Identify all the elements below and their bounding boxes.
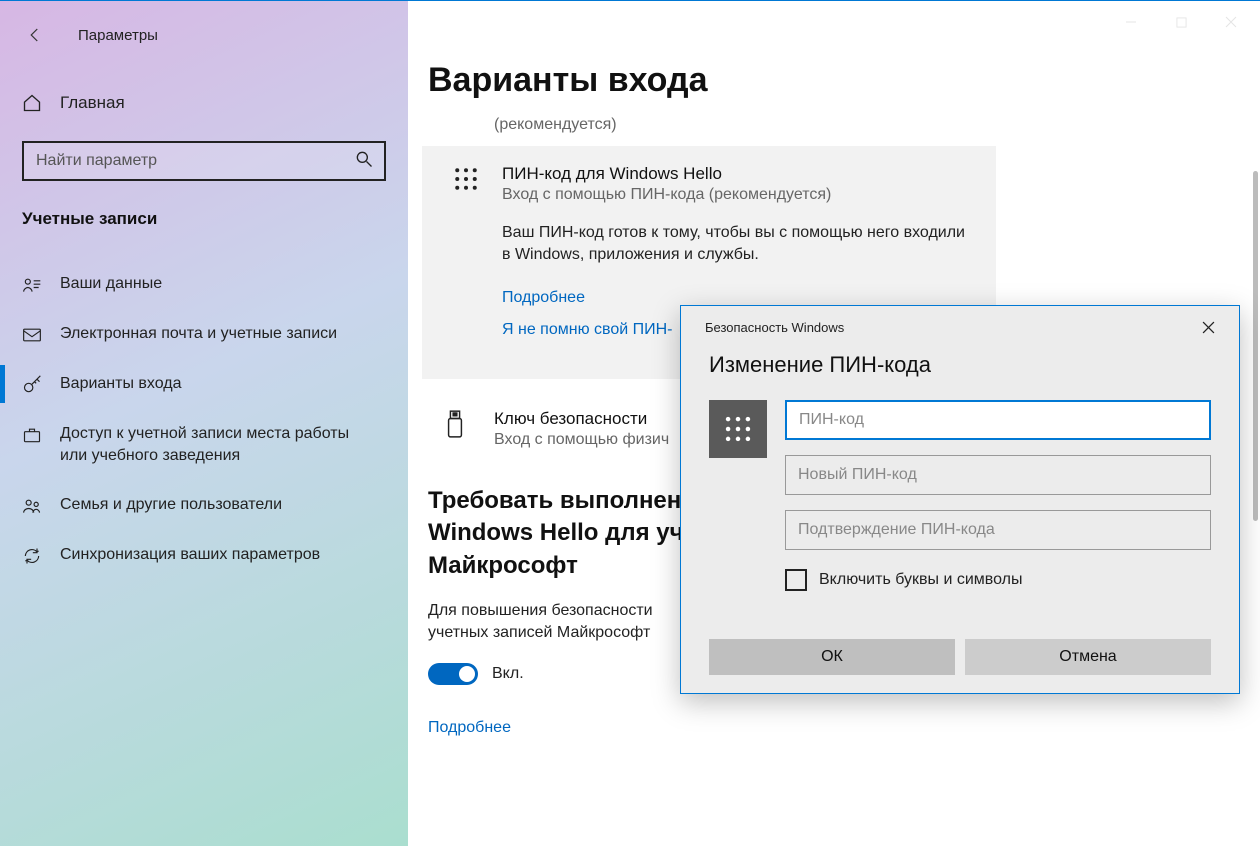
keypad-icon xyxy=(442,164,490,353)
sidebar-item-label: Синхронизация ваших параметров xyxy=(60,544,340,566)
dialog-heading: Изменение ПИН-кода xyxy=(709,352,1211,378)
dialog-fields xyxy=(785,400,1211,565)
usb-key-icon xyxy=(444,409,480,439)
home-label: Главная xyxy=(60,93,125,113)
window-title: Параметры xyxy=(78,27,158,44)
sidebar-item-email-accounts[interactable]: Электронная почта и учетные записи xyxy=(0,309,408,359)
sidebar-item-family[interactable]: Семья и другие пользователи xyxy=(0,480,408,530)
toggle-label: Вкл. xyxy=(492,665,524,683)
dialog-body: Изменение ПИН-кода Включить буквы и симв… xyxy=(681,348,1239,615)
sync-icon xyxy=(22,544,50,566)
security-key-texts: Ключ безопасности Вход с помощью физич xyxy=(480,409,669,449)
window-controls xyxy=(1108,7,1254,37)
sidebar-item-label: Доступ к учетной записи места работы или… xyxy=(60,423,386,466)
dialog-title: Безопасность Windows xyxy=(705,320,844,335)
briefcase-icon xyxy=(22,423,50,445)
sidebar-item-label: Варианты входа xyxy=(60,373,202,395)
sidebar: Параметры Главная Учетные записи Ваши да… xyxy=(0,1,408,846)
back-button[interactable] xyxy=(22,22,48,48)
search-icon xyxy=(354,149,374,174)
sidebar-item-label: Электронная почта и учетные записи xyxy=(60,323,357,345)
user-info-icon xyxy=(22,273,50,295)
sidebar-top: Параметры xyxy=(0,15,408,55)
hello-more-link[interactable]: Подробнее xyxy=(428,719,511,737)
checkbox-label: Включить буквы и символы xyxy=(819,571,1023,589)
current-pin-input[interactable] xyxy=(785,400,1211,440)
letters-symbols-checkbox[interactable] xyxy=(785,569,807,591)
sidebar-item-your-info[interactable]: Ваши данные xyxy=(0,259,408,309)
ok-button[interactable]: ОК xyxy=(709,639,955,675)
pin-card-description: Ваш ПИН-код готов к тому, чтобы вы с пом… xyxy=(502,222,976,267)
dialog-content xyxy=(709,400,1211,565)
close-button[interactable] xyxy=(1208,7,1254,37)
security-key-title: Ключ безопасности xyxy=(494,409,669,429)
dialog-titlebar: Безопасность Windows xyxy=(681,306,1239,348)
people-icon xyxy=(22,494,50,516)
dialog-buttons: ОК Отмена xyxy=(681,639,1239,693)
pin-card-subtitle: Вход с помощью ПИН-кода (рекомендуется) xyxy=(502,186,976,204)
confirm-pin-input[interactable] xyxy=(785,510,1211,550)
scrollbar[interactable] xyxy=(1253,171,1258,521)
change-pin-dialog: Безопасность Windows Изменение ПИН-кода … xyxy=(680,305,1240,694)
sidebar-section-header: Учетные записи xyxy=(0,181,408,235)
settings-window: Параметры Главная Учетные записи Ваши да… xyxy=(0,0,1260,846)
recommended-label: (рекомендуется) xyxy=(494,116,1210,134)
sidebar-item-label: Ваши данные xyxy=(60,273,182,295)
search-input[interactable] xyxy=(22,141,386,181)
sidebar-item-label: Семья и другие пользователи xyxy=(60,494,302,516)
search-wrap xyxy=(22,141,386,181)
sidebar-nav: Ваши данные Электронная почта и учетные … xyxy=(0,259,408,580)
home-icon xyxy=(22,93,50,113)
mail-icon xyxy=(22,323,50,345)
minimize-button[interactable] xyxy=(1108,7,1154,37)
new-pin-input[interactable] xyxy=(785,455,1211,495)
pin-card-title: ПИН-код для Windows Hello xyxy=(502,164,976,184)
sidebar-item-work-access[interactable]: Доступ к учетной записи места работы или… xyxy=(0,409,408,480)
dialog-close-button[interactable] xyxy=(1185,311,1231,343)
maximize-button[interactable] xyxy=(1158,7,1204,37)
cancel-button[interactable]: Отмена xyxy=(965,639,1211,675)
checkbox-row: Включить буквы и символы xyxy=(785,569,1211,591)
key-icon xyxy=(22,373,50,395)
hello-toggle[interactable] xyxy=(428,663,478,685)
sidebar-home[interactable]: Главная xyxy=(0,77,408,129)
security-key-subtitle: Вход с помощью физич xyxy=(494,431,669,449)
sidebar-item-sync[interactable]: Синхронизация ваших параметров xyxy=(0,530,408,580)
dialog-keypad-icon xyxy=(709,400,767,458)
sidebar-item-signin-options[interactable]: Варианты входа xyxy=(0,359,408,409)
page-title: Варианты входа xyxy=(428,61,1210,100)
